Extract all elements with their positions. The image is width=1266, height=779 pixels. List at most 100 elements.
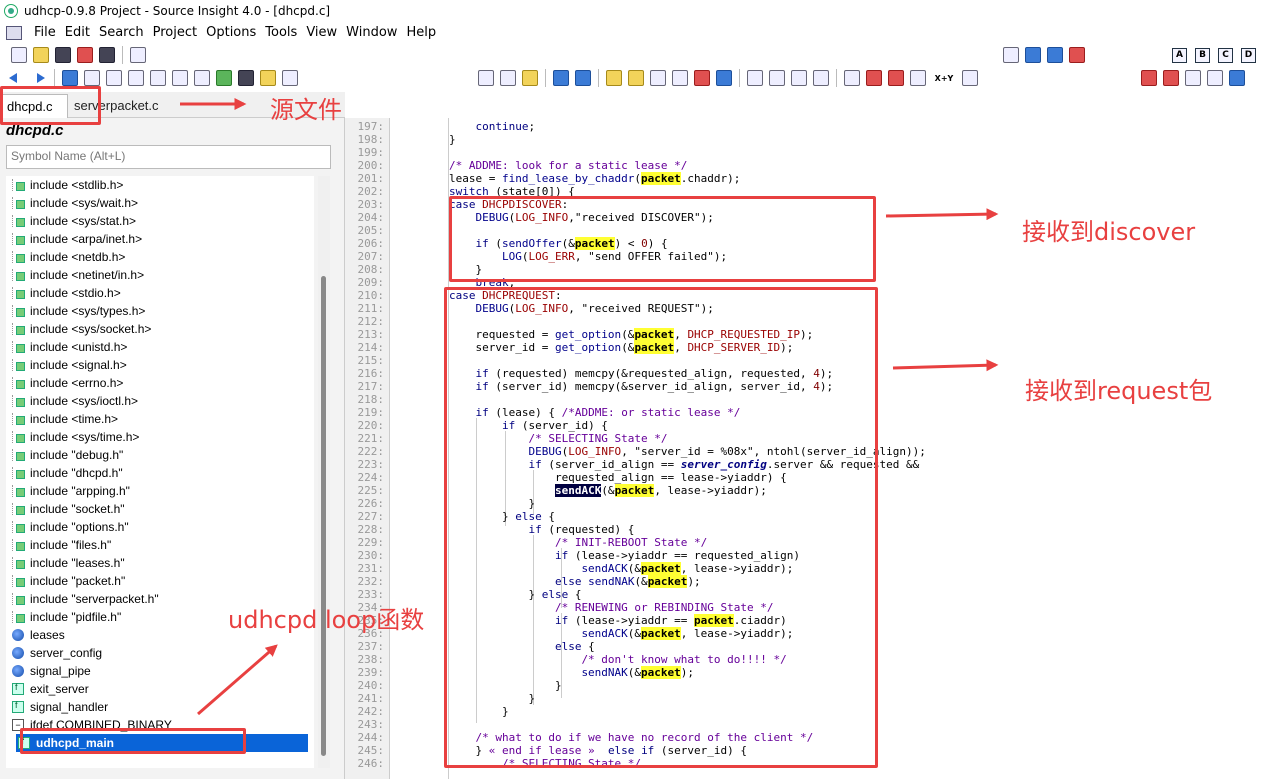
symbol-search-input[interactable]: Symbol Name (Alt+L): [6, 145, 331, 169]
copy-window-icon[interactable]: [194, 70, 210, 86]
back-arrow-icon[interactable]: [9, 70, 25, 86]
symbol-window-icon[interactable]: [84, 70, 100, 86]
symbol-label: include "pidfile.h": [30, 610, 122, 624]
export-icon[interactable]: [866, 70, 882, 86]
include-icon: [12, 611, 25, 623]
menu-search[interactable]: Search: [97, 25, 151, 40]
save-all-icon[interactable]: [77, 47, 93, 63]
symbol-item[interactable]: server_config: [12, 644, 102, 662]
paste-icon[interactable]: [522, 70, 538, 86]
symbol-item[interactable]: include <errno.h>: [12, 374, 123, 392]
window-cascade-icon[interactable]: [813, 70, 829, 86]
scrollbar-thumb[interactable]: [321, 276, 326, 756]
browse-icon[interactable]: [844, 70, 860, 86]
zoom-text-icon[interactable]: [1003, 47, 1019, 63]
print-icon[interactable]: [130, 47, 146, 63]
letter-b-button[interactable]: B: [1195, 47, 1210, 63]
copy-icon[interactable]: [500, 70, 516, 86]
symbol-item[interactable]: include <sys/socket.h>: [12, 320, 151, 338]
annotation-recv-request: 接收到request包: [1025, 377, 1213, 405]
symbol-item[interactable]: include <stdio.h>: [12, 284, 121, 302]
undo-icon[interactable]: [553, 70, 569, 86]
home-icon[interactable]: [216, 70, 232, 86]
ruler-icon[interactable]: [962, 70, 978, 86]
window-split-icon[interactable]: [769, 70, 785, 86]
redo-icon[interactable]: [575, 70, 591, 86]
symbol-item[interactable]: include <sys/time.h>: [12, 428, 139, 446]
save-icon[interactable]: [55, 47, 71, 63]
star-icon[interactable]: [1229, 70, 1245, 86]
bookmark-icon[interactable]: [606, 70, 622, 86]
grid-icon[interactable]: [282, 70, 298, 86]
cut-icon[interactable]: [478, 70, 494, 86]
symbol-item[interactable]: include <unistd.h>: [12, 338, 127, 356]
window-grid-icon[interactable]: [747, 70, 763, 86]
bird-icon[interactable]: [238, 70, 254, 86]
new-file-icon[interactable]: [11, 47, 27, 63]
system-menu-icon[interactable]: [6, 25, 22, 40]
menu-window[interactable]: Window: [344, 25, 404, 40]
symbol-item[interactable]: include "pidfile.h": [12, 608, 121, 626]
xy-button[interactable]: X+Y: [933, 71, 955, 86]
symbol-item[interactable]: include "files.h": [12, 536, 111, 554]
move-left-icon[interactable]: [1141, 70, 1157, 86]
include-icon: [12, 539, 25, 551]
close-file-icon[interactable]: [99, 47, 115, 63]
symbol-item[interactable]: include <sys/types.h>: [12, 302, 145, 320]
symbol-item[interactable]: include <signal.h>: [12, 356, 127, 374]
menu-view[interactable]: View: [304, 25, 344, 40]
letter-d-button[interactable]: D: [1241, 47, 1256, 63]
menu-tools[interactable]: Tools: [263, 25, 304, 40]
lookup-icon[interactable]: [260, 70, 276, 86]
window-tile-icon[interactable]: [791, 70, 807, 86]
add-column-icon[interactable]: [1025, 47, 1041, 63]
symbol-item[interactable]: signal_pipe: [12, 662, 91, 680]
letter-a-button[interactable]: A: [1172, 47, 1187, 63]
symbol-item[interactable]: include <time.h>: [12, 410, 118, 428]
menu-options[interactable]: Options: [204, 25, 263, 40]
jump-up-icon[interactable]: [694, 70, 710, 86]
menu-help[interactable]: Help: [404, 25, 443, 40]
open-folder-icon[interactable]: [33, 47, 49, 63]
help-icon[interactable]: [172, 70, 188, 86]
letter-c-button[interactable]: C: [1218, 47, 1233, 63]
symbol-item[interactable]: include <sys/stat.h>: [12, 212, 136, 230]
symbol-item[interactable]: include "dhcpd.h": [12, 464, 123, 482]
list-panel-icon[interactable]: [1207, 70, 1223, 86]
move-right-icon[interactable]: [1163, 70, 1179, 86]
panel-icon[interactable]: [1185, 70, 1201, 86]
symbol-item[interactable]: include "packet.h": [12, 572, 125, 590]
relation-icon[interactable]: [128, 70, 144, 86]
import-icon[interactable]: [888, 70, 904, 86]
list-icon[interactable]: [150, 70, 166, 86]
close-window-icon[interactable]: [1069, 47, 1085, 63]
symbol-item[interactable]: include <netinet/in.h>: [12, 266, 144, 284]
symbol-item[interactable]: include "options.h": [12, 518, 129, 536]
symbol-item[interactable]: include <netdb.h>: [12, 248, 125, 266]
font-icon[interactable]: [672, 70, 688, 86]
regex-icon[interactable]: [716, 70, 732, 86]
symbol-item[interactable]: include "serverpacket.h": [12, 590, 159, 608]
outline-icon[interactable]: [106, 70, 122, 86]
symbol-item[interactable]: include <arpa/inet.h>: [12, 230, 142, 248]
symbol-list-scrollbar[interactable]: [318, 176, 330, 768]
symbol-item[interactable]: include <stdlib.h>: [12, 176, 123, 194]
remove-column-icon[interactable]: [1047, 47, 1063, 63]
symbol-item[interactable]: include <sys/wait.h>: [12, 194, 138, 212]
symbol-item[interactable]: exit_server: [12, 680, 89, 698]
symbol-item[interactable]: include "leases.h": [12, 554, 125, 572]
project-icon[interactable]: [62, 70, 78, 86]
symbol-item[interactable]: include "socket.h": [12, 500, 125, 518]
forward-arrow-icon[interactable]: [31, 70, 47, 86]
symbol-item[interactable]: include <sys/ioctl.h>: [12, 392, 138, 410]
book-icon[interactable]: [650, 70, 666, 86]
snapshot-icon[interactable]: [910, 70, 926, 86]
menu-file[interactable]: File: [32, 25, 63, 40]
symbol-item[interactable]: include "debug.h": [12, 446, 123, 464]
symbol-item[interactable]: include "arpping.h": [12, 482, 130, 500]
symbol-item[interactable]: leases: [12, 626, 65, 644]
menu-project[interactable]: Project: [151, 25, 204, 40]
find-icon[interactable]: [628, 70, 644, 86]
symbol-item[interactable]: signal_handler: [12, 698, 108, 716]
menu-edit[interactable]: Edit: [63, 25, 97, 40]
